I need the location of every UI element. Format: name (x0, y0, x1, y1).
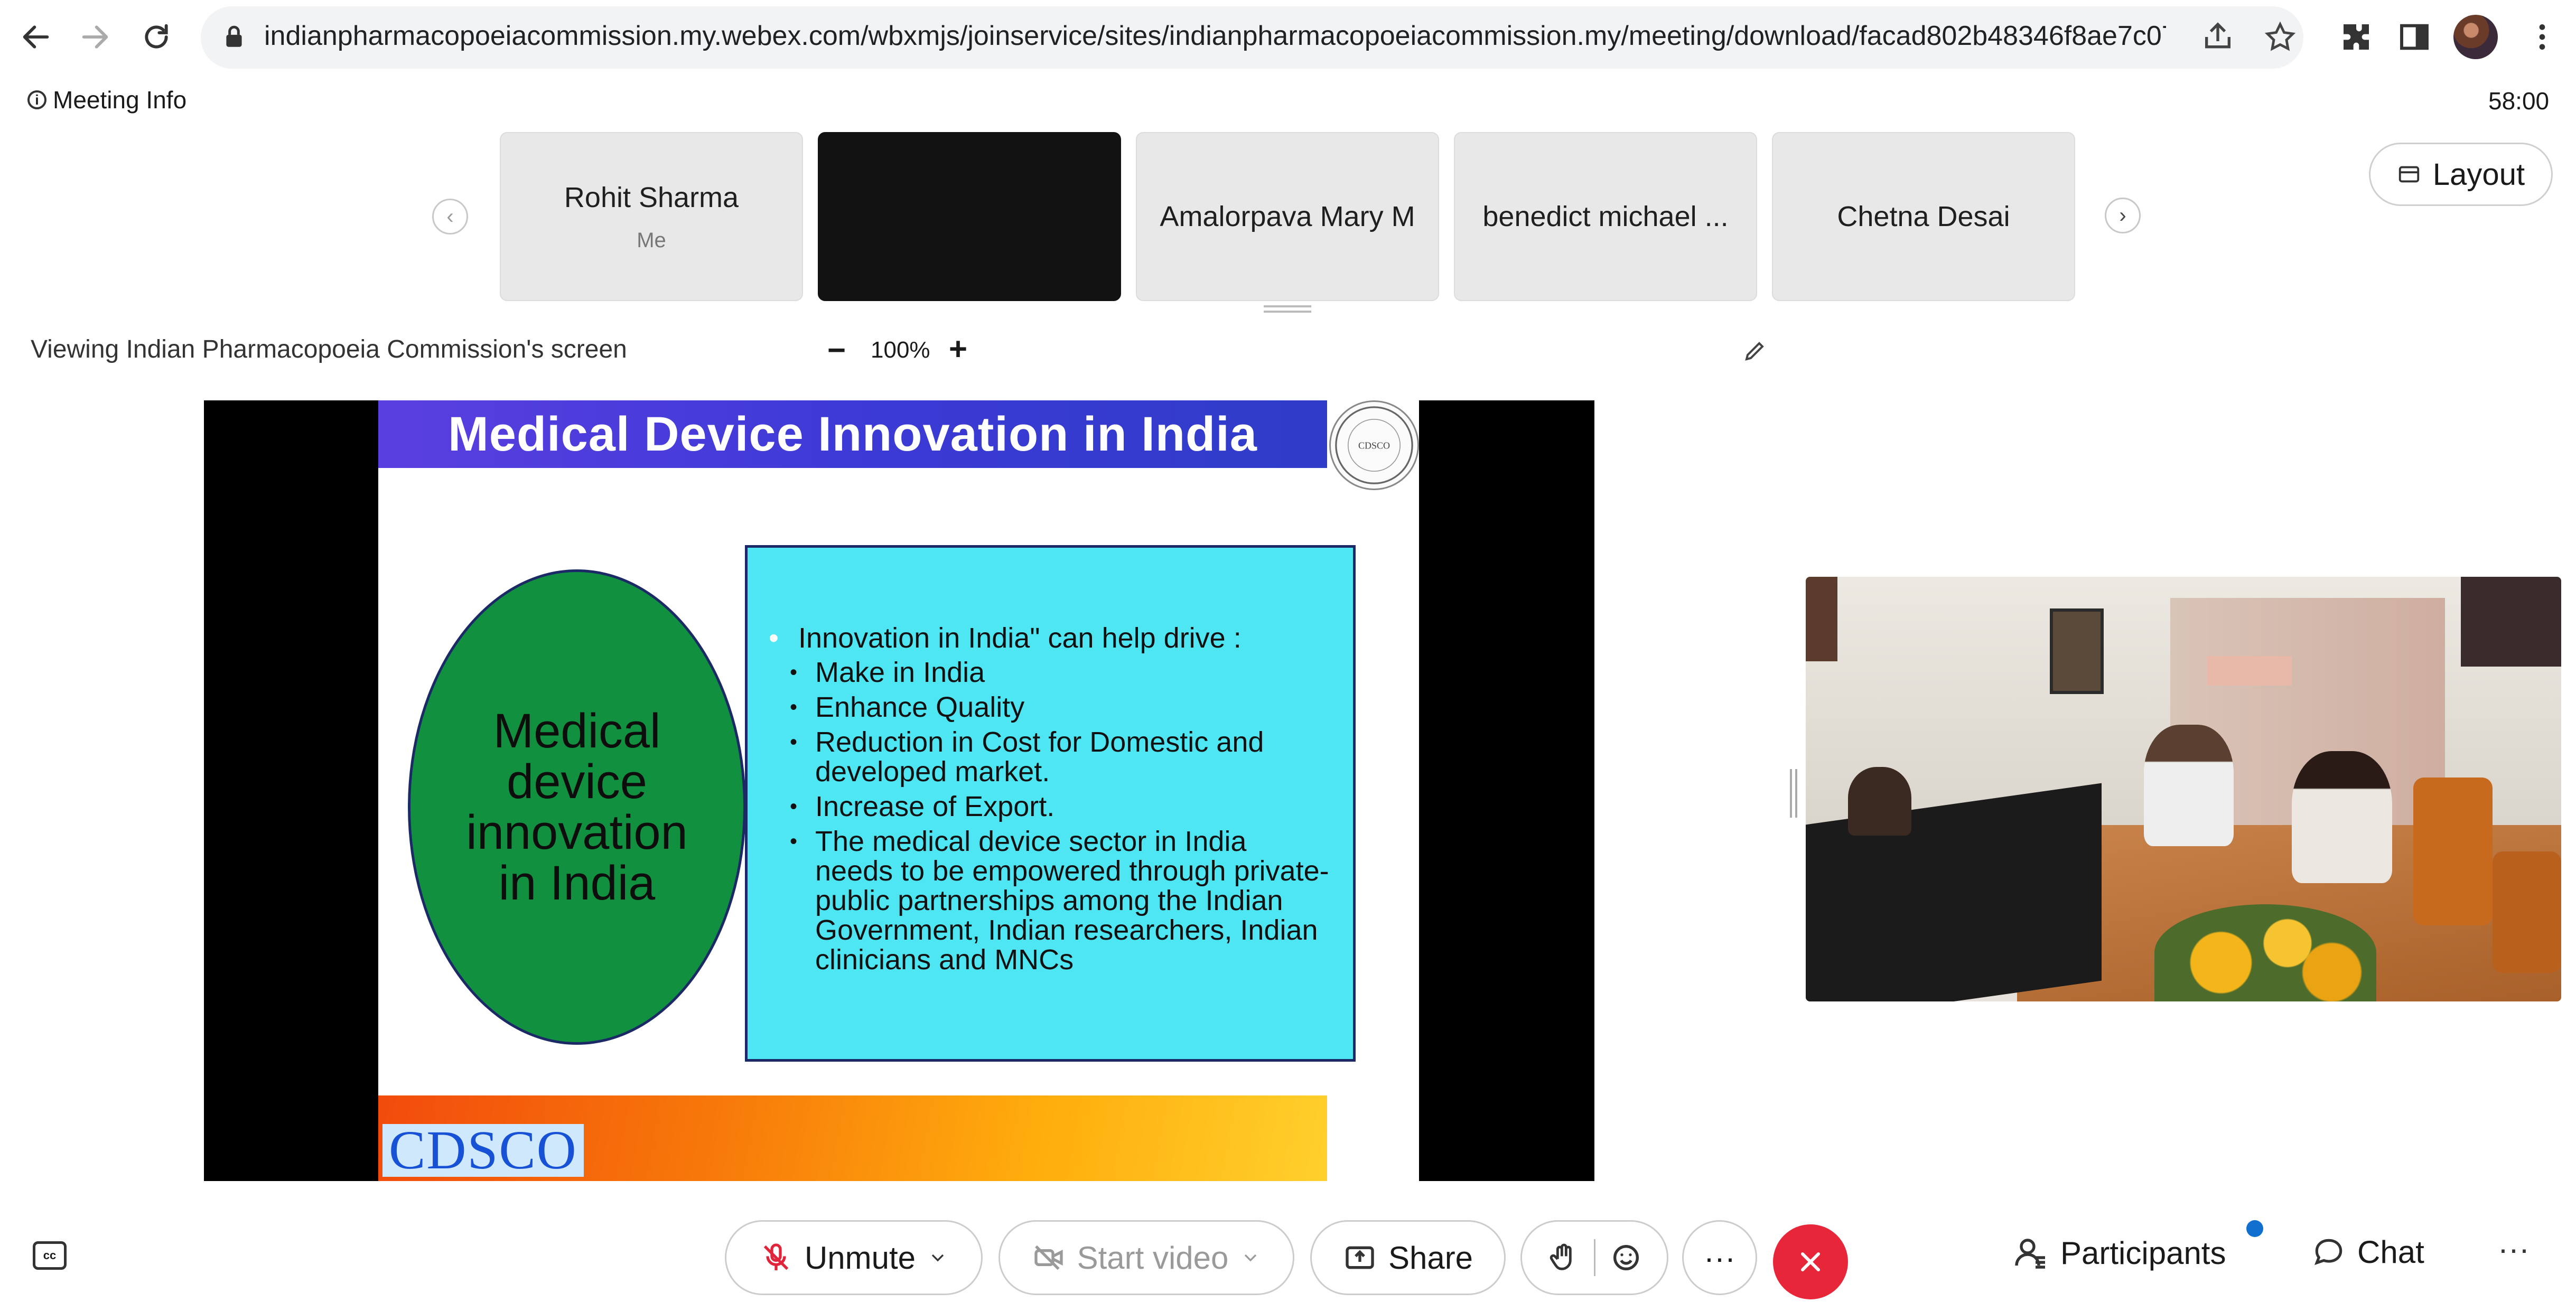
slide-title-bar: Medical Device Innovation in India (378, 400, 1327, 468)
leave-meeting-button[interactable] (1773, 1224, 1848, 1299)
ellipse-text: Medical device innovation in India (466, 704, 688, 910)
chevron-down-icon[interactable] (927, 1247, 948, 1268)
video-signboard (2207, 656, 2292, 686)
share-page-icon[interactable] (2197, 16, 2239, 58)
annotate-pen-icon[interactable] (1742, 338, 1768, 363)
bullet-item: Reduction in Cost for Domestic and devel… (790, 727, 1332, 786)
participant-tile-chetna-desai[interactable]: Chetna Desai (1772, 132, 2075, 301)
slide-text-box: Innovation in India" can help drive : Ma… (745, 545, 1356, 1062)
participant-tile-video-off[interactable] (818, 132, 1121, 301)
video-off-icon (1034, 1245, 1063, 1270)
chat-button[interactable]: Chat (2311, 1234, 2424, 1270)
layout-label: Layout (2432, 157, 2525, 192)
participant-name: benedict michael ... (1482, 201, 1729, 232)
layout-button[interactable]: Layout (2369, 143, 2553, 206)
participant-name: Chetna Desai (1837, 201, 2010, 232)
bullet-item: The medical device sector in India needs… (790, 827, 1332, 975)
cdsco-emblem: CDSCO (1329, 400, 1419, 490)
participants-button[interactable]: Participants (2012, 1234, 2226, 1272)
participant-name: Amalorpava Mary M (1160, 201, 1415, 232)
muted-microphone-icon (763, 1243, 789, 1270)
closed-captions-icon[interactable]: cc (33, 1241, 67, 1270)
zoom-in-button[interactable]: + (949, 331, 967, 367)
share-button[interactable]: Share (1310, 1220, 1506, 1295)
previous-participants-arrow-icon[interactable]: ‹ (432, 199, 468, 235)
video-chair (2413, 778, 2493, 925)
reactions-group (1520, 1220, 1668, 1295)
svg-text:CDSCO: CDSCO (1358, 441, 1390, 451)
video-wall-frame (2050, 608, 2104, 694)
start-video-button[interactable]: Start video (998, 1220, 1294, 1295)
participant-tile-rohit-sharma[interactable]: Rohit Sharma Me (500, 132, 803, 301)
bullet-item: Enhance Quality (790, 692, 1332, 722)
raise-hand-icon[interactable] (1546, 1241, 1580, 1275)
unmute-button[interactable]: Unmute (725, 1220, 983, 1295)
chevron-down-icon[interactable] (1240, 1247, 1261, 1268)
extensions-puzzle-icon[interactable] (2335, 16, 2377, 58)
video-left-frame (1806, 577, 1837, 661)
share-screen-icon (1346, 1246, 1374, 1269)
filmstrip-resize-handle[interactable] (1264, 305, 1311, 313)
more-panels-button[interactable]: ··· (2498, 1231, 2530, 1267)
participant-tile-amalorpava-mary-m[interactable]: Amalorpava Mary M (1136, 132, 1439, 301)
forward-arrow-icon[interactable] (70, 12, 120, 62)
bullet-item: Make in India (790, 658, 1332, 687)
shared-slide: Medical Device Innovation in India CDSCO… (378, 400, 1419, 1181)
unmute-label: Unmute (804, 1240, 916, 1276)
video-chair (2493, 851, 2561, 973)
participant-video-feed[interactable] (1806, 577, 2561, 1001)
video-flowers (2154, 904, 2376, 1001)
slide-lead-text: Innovation in India" can help drive : (769, 622, 1332, 654)
info-icon: i (27, 90, 46, 109)
side-panel-icon[interactable] (2393, 16, 2435, 58)
back-arrow-icon[interactable] (11, 12, 61, 62)
url-text[interactable]: indianpharmacopoeiacommission.my.webex.c… (264, 20, 2166, 52)
profile-avatar[interactable] (2453, 15, 2498, 59)
bookmark-star-icon[interactable] (2259, 16, 2301, 58)
browser-toolbar: indianpharmacopoeiacommission.my.webex.c… (0, 0, 2576, 74)
share-label: Share (1388, 1240, 1473, 1276)
video-wall-picture (2461, 577, 2561, 667)
more-options-button[interactable]: ··· (1682, 1220, 1757, 1295)
cdsco-logo: CDSCO (382, 1123, 584, 1178)
participants-label: Participants (2060, 1235, 2226, 1271)
slide-bullet-list: Make in India Enhance Quality Reduction … (790, 658, 1332, 975)
video-person-center (2144, 725, 2234, 846)
reload-icon[interactable] (131, 12, 182, 62)
stage-splitter-handle[interactable] (1790, 769, 1797, 818)
emoji-reaction-icon[interactable] (1609, 1241, 1643, 1275)
layout-icon (2398, 166, 2420, 183)
zoom-out-button[interactable]: − (827, 332, 846, 368)
participants-notification-badge (2246, 1220, 2263, 1237)
bullet-item: Increase of Export. (790, 792, 1332, 821)
medical-device-ellipse: Medical device innovation in India (408, 569, 746, 1045)
next-participants-arrow-icon[interactable]: › (2105, 198, 2141, 233)
close-icon (1801, 1252, 1820, 1271)
participant-tile-benedict-michael[interactable]: benedict michael ... (1454, 132, 1757, 301)
chat-bubble-icon (2314, 1239, 2342, 1265)
zoom-level: 100% (871, 337, 930, 363)
participant-subtitle: Me (637, 228, 666, 252)
divider (1593, 1239, 1595, 1276)
participant-name: Rohit Sharma (564, 181, 739, 213)
slide-title: Medical Device Innovation in India (448, 407, 1257, 461)
video-person-left (1848, 767, 1911, 836)
video-person-right (2292, 751, 2392, 883)
browser-menu-icon[interactable] (2521, 16, 2563, 58)
meeting-info-label: Meeting Info (53, 86, 187, 114)
viewing-screen-label: Viewing Indian Pharmacopoeia Commission'… (31, 335, 627, 363)
participants-icon (2015, 1239, 2045, 1269)
chat-label: Chat (2357, 1234, 2424, 1270)
meeting-info-button[interactable]: i Meeting Info (27, 86, 186, 114)
lock-icon (221, 22, 247, 52)
start-video-label: Start video (1077, 1240, 1229, 1276)
meeting-timer: 58:00 (2488, 87, 2550, 115)
